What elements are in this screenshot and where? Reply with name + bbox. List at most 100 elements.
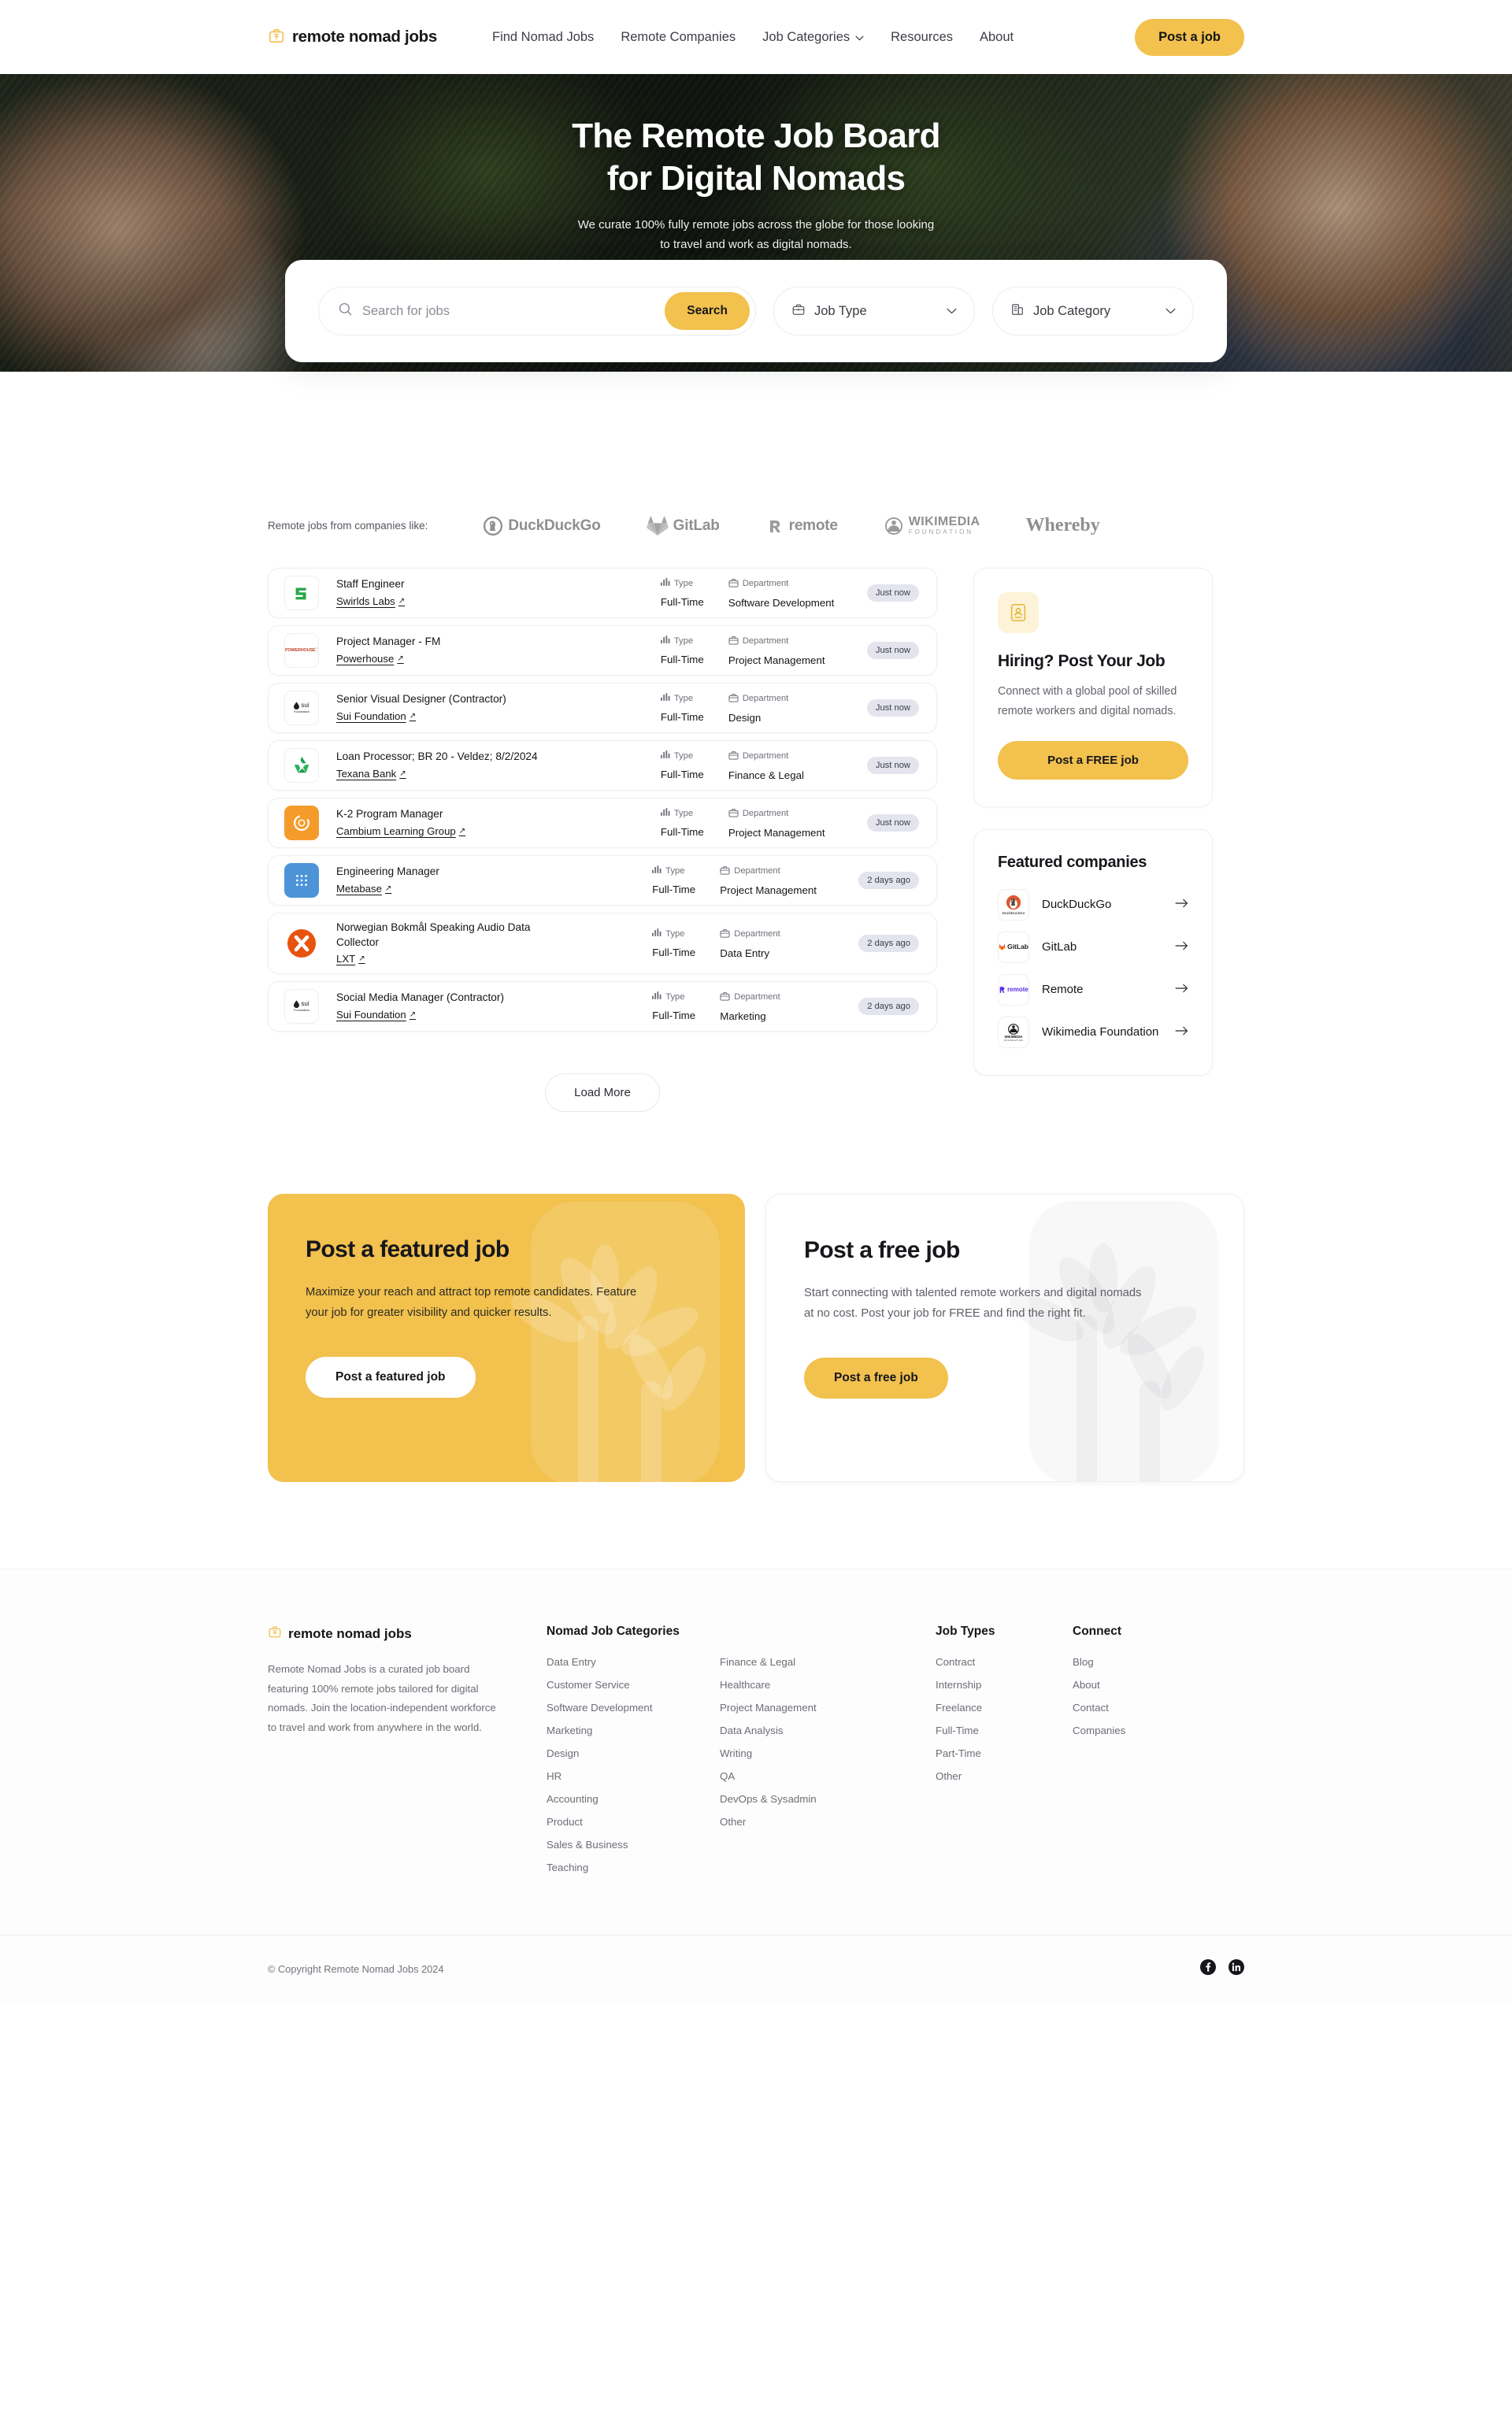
job-company-link[interactable]: LXT ↗ xyxy=(336,953,365,965)
table-row[interactable]: Staff Engineer Swirlds Labs ↗ Type Full-… xyxy=(268,568,937,618)
table-row[interactable]: Loan Processor; BR 20 - Veldez; 8/2/2024… xyxy=(268,740,937,791)
main-content: Staff Engineer Swirlds Labs ↗ Type Full-… xyxy=(268,536,1244,1112)
footer-link[interactable]: Marketing xyxy=(547,1725,720,1736)
footer-link[interactable]: Customer Service xyxy=(547,1679,720,1691)
nav-item-about[interactable]: About xyxy=(980,30,1014,45)
logo-whereby: Whereby xyxy=(1025,515,1099,536)
footer-link[interactable]: Product xyxy=(547,1816,720,1828)
footer-link[interactable]: Software Development xyxy=(547,1702,720,1714)
footer-link[interactable]: Teaching xyxy=(547,1862,720,1873)
job-department-value: Project Management xyxy=(728,654,825,666)
table-row[interactable]: sui Foundation Social Media Manager (Con… xyxy=(268,981,937,1032)
nav-item-resources[interactable]: Resources xyxy=(891,30,953,45)
footer-categories-column: Nomad Job Categories Data Entry Customer… xyxy=(547,1625,893,1873)
job-type-cell: Type Full-Time xyxy=(661,693,728,723)
footer-link[interactable]: Project Management xyxy=(720,1702,893,1714)
job-title: Loan Processor; BR 20 - Veldez; 8/2/2024 xyxy=(336,750,538,763)
logo-duckduckgo: DuckDuckGo xyxy=(483,516,601,536)
footer-link[interactable]: Full-Time xyxy=(936,1725,1030,1736)
job-type-value: Full-Time xyxy=(660,769,704,780)
logo-gitlab: GitLab xyxy=(646,516,720,536)
gitlab-icon xyxy=(646,516,669,535)
job-company-link[interactable]: Powerhouse ↗ xyxy=(336,653,404,665)
meta-label-type: Type xyxy=(673,636,694,646)
footer-link[interactable]: Other xyxy=(936,1770,1030,1782)
status-badge: 2 days ago xyxy=(858,935,919,952)
nav-label: Remote Companies xyxy=(621,29,736,44)
footer-link[interactable]: Accounting xyxy=(547,1793,720,1805)
list-item[interactable]: WIKIMEDIA FOUNDATION Wikimedia Foundatio… xyxy=(998,1017,1188,1049)
nav-item-find-nomad-jobs[interactable]: Find Nomad Jobs xyxy=(492,30,594,45)
footer-link[interactable]: Contract xyxy=(936,1656,1030,1668)
footer-link[interactable]: Blog xyxy=(1073,1656,1167,1668)
footer-link[interactable]: Internship xyxy=(936,1679,1030,1691)
search-input[interactable] xyxy=(353,303,665,319)
post-free-job-button[interactable]: Post a free job xyxy=(804,1357,948,1399)
job-category-select[interactable]: Job Category xyxy=(992,287,1194,335)
job-type-value: Full-Time xyxy=(660,596,704,608)
job-company-name: LXT xyxy=(336,952,356,965)
footer-link[interactable]: Finance & Legal xyxy=(720,1656,893,1668)
post-free-job-button[interactable]: Post a FREE job xyxy=(998,741,1188,780)
post-a-job-button[interactable]: Post a job xyxy=(1135,18,1244,56)
job-company-link[interactable]: Texana Bank ↗ xyxy=(336,768,406,780)
job-type-select[interactable]: Job Type xyxy=(773,287,975,335)
external-link-icon: ↗ xyxy=(397,654,404,663)
job-company-link[interactable]: Sui Foundation ↗ xyxy=(336,1009,416,1021)
job-company-link[interactable]: Metabase ↗ xyxy=(336,883,391,895)
job-department-value: Finance & Legal xyxy=(728,769,804,781)
footer-link[interactable]: Freelance xyxy=(936,1702,1030,1714)
brand-logo[interactable]: remote nomad jobs xyxy=(268,27,437,48)
footer-link[interactable]: Data Analysis xyxy=(720,1725,893,1736)
job-company-name: Powerhouse xyxy=(336,652,395,665)
arrow-right-icon xyxy=(1175,898,1188,912)
list-item[interactable]: remote Remote xyxy=(998,974,1188,1006)
footer-link[interactable]: About xyxy=(1073,1679,1167,1691)
hero-sub-line-1: We curate 100% fully remote jobs across … xyxy=(577,218,935,232)
table-row[interactable]: K-2 Program Manager Cambium Learning Gro… xyxy=(268,798,937,848)
footer-link[interactable]: Part-Time xyxy=(936,1747,1030,1759)
linkedin-icon[interactable] xyxy=(1228,1959,1244,1979)
job-company-link[interactable]: Sui Foundation ↗ xyxy=(336,710,416,722)
footer-link[interactable]: QA xyxy=(720,1770,893,1782)
table-row[interactable]: Norwegian Bokmål Speaking Audio Data Col… xyxy=(268,913,937,974)
company-logo-icon xyxy=(284,576,319,610)
footer-link[interactable]: Companies xyxy=(1073,1725,1167,1736)
footer-links-categories-1: Data Entry Customer Service Software Dev… xyxy=(547,1656,720,1873)
job-company-link[interactable]: Swirlds Labs ↗ xyxy=(336,595,405,607)
hero-subtitle: We curate 100% fully remote jobs across … xyxy=(0,216,1512,255)
load-more-button[interactable]: Load More xyxy=(545,1073,660,1112)
list-item[interactable]: GitLab GitLab xyxy=(998,932,1188,964)
id-badge-icon xyxy=(998,592,1039,633)
nav-item-remote-companies[interactable]: Remote Companies xyxy=(621,30,736,45)
job-type-value: Full-Time xyxy=(660,654,704,665)
table-row[interactable]: Engineering Manager Metabase ↗ Type Full… xyxy=(268,855,937,906)
promo-title: Post a free job xyxy=(804,1237,960,1263)
job-company-name: Metabase xyxy=(336,882,382,895)
nav-item-job-categories[interactable]: Job Categories xyxy=(762,30,864,45)
footer-link[interactable]: DevOps & Sysadmin xyxy=(720,1793,893,1805)
status-badge: Just now xyxy=(866,699,919,717)
meta-label-department: Department xyxy=(742,809,789,818)
table-row[interactable]: POWERHOUSE • • • Project Manager - FM Pow… xyxy=(268,625,937,676)
footer-link[interactable]: Design xyxy=(547,1747,720,1759)
footer-link[interactable]: Sales & Business xyxy=(547,1839,720,1851)
search-button[interactable]: Search xyxy=(665,292,750,330)
footer-link[interactable]: Healthcare xyxy=(720,1679,893,1691)
table-row[interactable]: sui Foundation Senior Visual Designer (C… xyxy=(268,683,937,733)
chart-icon xyxy=(652,991,662,1002)
footer-link[interactable]: HR xyxy=(547,1770,720,1782)
job-company-link[interactable]: Cambium Learning Group ↗ xyxy=(336,825,465,837)
search-field[interactable]: Search xyxy=(318,287,756,335)
company-logo-icon: GitLab xyxy=(998,932,1029,964)
post-featured-job-button[interactable]: Post a featured job xyxy=(306,1356,476,1398)
job-type-value: Full-Time xyxy=(660,711,704,723)
footer-link[interactable]: Data Entry xyxy=(547,1656,720,1668)
facebook-icon[interactable] xyxy=(1200,1959,1216,1979)
footer-link[interactable]: Contact xyxy=(1073,1702,1167,1714)
footer-column-heading: Connect xyxy=(1073,1625,1121,1638)
footer-link[interactable]: Other xyxy=(720,1816,893,1828)
footer-link[interactable]: Writing xyxy=(720,1747,893,1759)
job-title: Senior Visual Designer (Contractor) xyxy=(336,693,506,706)
list-item[interactable]: DuckDuckGo DuckDuckGo xyxy=(998,889,1188,921)
